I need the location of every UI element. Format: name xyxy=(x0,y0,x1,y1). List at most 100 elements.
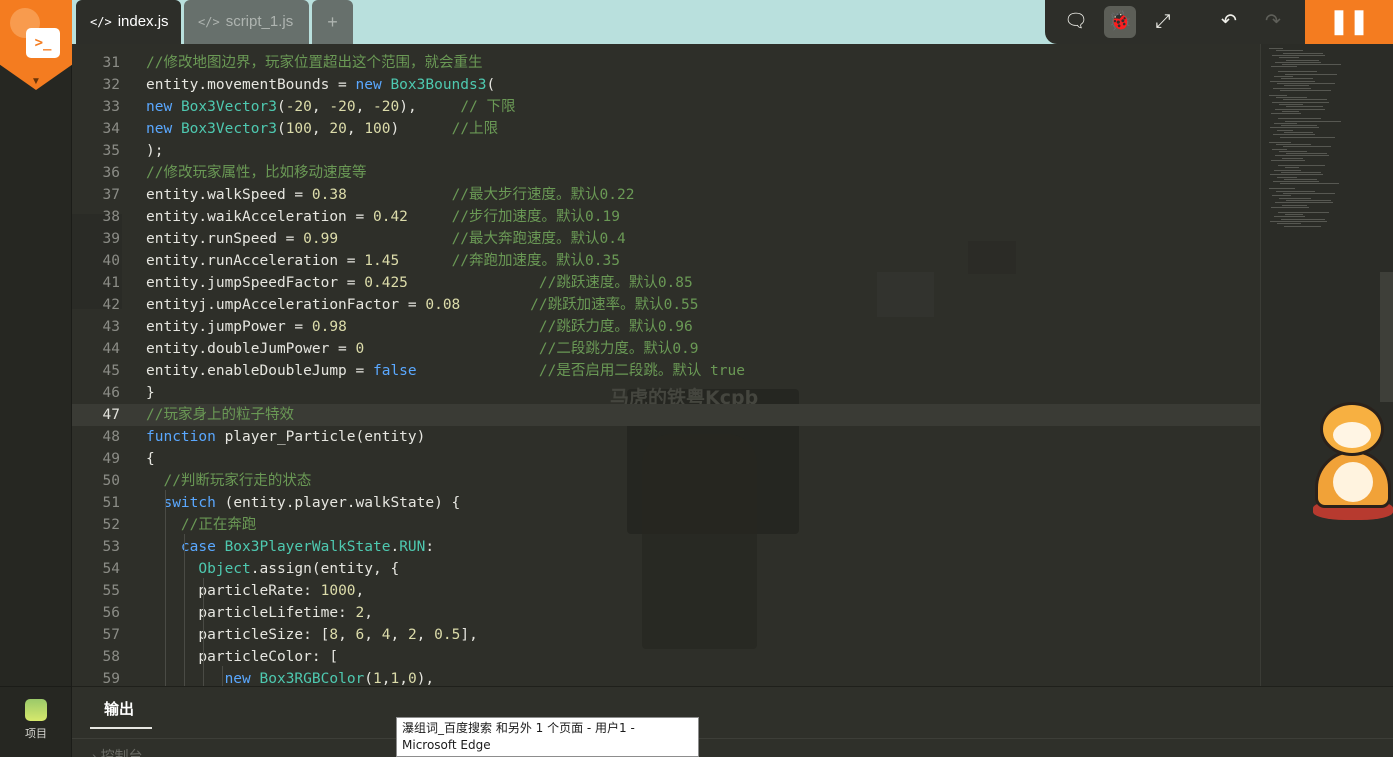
minimap-line xyxy=(1272,195,1291,197)
minimap-line xyxy=(1272,148,1287,150)
code-line[interactable]: 42 entityj.umpAccelerationFactor = 0.08 /… xyxy=(72,294,1260,316)
tab-script-1-js[interactable]: </> script_1.js xyxy=(184,0,309,44)
logo-tab[interactable]: >_ ▼ xyxy=(0,0,72,90)
line-number: 42 xyxy=(102,297,120,313)
code-line[interactable]: 57 particleSize: [8, 6, 4, 2, 0.5], xyxy=(72,624,1260,646)
code-line[interactable]: 55 particleRate: 1000, xyxy=(72,580,1260,602)
code-text: entity.movementBounds = new Box3Bounds3( xyxy=(146,77,496,93)
minimap-line xyxy=(1275,155,1329,157)
code-line[interactable]: 59 new Box3RGBColor(1,1,0), xyxy=(72,668,1260,686)
minimap-line xyxy=(1274,216,1305,218)
code-icon: </> xyxy=(198,15,220,29)
code-line[interactable]: 46} xyxy=(72,382,1260,404)
tab-index-js[interactable]: </> index.js xyxy=(76,0,181,44)
minimap-line xyxy=(1285,73,1337,75)
code-line[interactable]: 40 entity.runAcceleration = 1.45 //奔跑加速度。… xyxy=(72,250,1260,272)
project-icon xyxy=(25,699,47,721)
code-line[interactable]: 33 new Box3Vector3(-20, -20, -20), // 下限 xyxy=(72,96,1260,118)
code-line[interactable]: 31 //修改地图边界，玩家位置超出这个范围，就会重生 xyxy=(72,52,1260,74)
minimap-line xyxy=(1280,183,1339,185)
line-number: 44 xyxy=(102,341,120,357)
divider xyxy=(72,738,1393,739)
indent-guide xyxy=(203,578,204,686)
minimap-line xyxy=(1286,106,1323,108)
minimap-line xyxy=(1280,136,1335,138)
debug-button[interactable]: 🐞 xyxy=(1104,6,1136,38)
console-label: 控制台 xyxy=(100,748,143,757)
pause-button[interactable]: ❚❚ xyxy=(1305,0,1393,44)
minimap-line xyxy=(1269,48,1283,49)
expand-button[interactable]: ⤢ xyxy=(1147,6,1179,38)
minimap-line xyxy=(1281,171,1321,173)
comment-button[interactable]: 🗨 xyxy=(1060,6,1092,38)
minimap-line xyxy=(1277,129,1293,131)
code-editor[interactable]: 马虎的铁粤Kcpb 31//修改地图边界，玩家位置超出这个范围，就会重生 32 en… xyxy=(72,44,1260,686)
code-line[interactable]: 53 case Box3PlayerWalkState.RUN: xyxy=(72,536,1260,558)
minimap-line xyxy=(1273,87,1311,89)
code-line[interactable]: 47 //玩家身上的粒子特效 xyxy=(72,404,1260,426)
code-line[interactable]: 48 function player_Particle(entity) xyxy=(72,426,1260,448)
minimap-line xyxy=(1275,108,1325,110)
minimap-line xyxy=(1277,176,1297,178)
code-line[interactable]: 41 entity.jumpSpeedFactor = 0.425 //跳跃速度。… xyxy=(72,272,1260,294)
code-text: particleLifetime: 2, xyxy=(146,605,373,621)
minimap-line xyxy=(1279,150,1307,152)
scrollbar-thumb[interactable] xyxy=(1380,272,1393,402)
line-number: 49 xyxy=(102,451,120,467)
code-line[interactable]: 45 entity.enableDoubleJump = false //是否启用… xyxy=(72,360,1260,382)
code-line[interactable]: 35); xyxy=(72,140,1260,162)
code-text: entity.runAcceleration = 1.45 //奔跑加速度。默认… xyxy=(146,253,620,269)
minimap-line xyxy=(1281,78,1313,80)
code-line[interactable]: 37 entity.walkSpeed = 0.38 //最大步行速度。默认0.2… xyxy=(72,184,1260,206)
tab-output[interactable]: 输出 xyxy=(104,698,134,719)
code-line[interactable]: 54 Object.assign(entity, { xyxy=(72,558,1260,580)
code-line[interactable]: 44 entity.doubleJumPower = 0 //二段跳力度。默认0.… xyxy=(72,338,1260,360)
line-number: 31 xyxy=(102,55,120,71)
console-toggle[interactable]: › 控制台 xyxy=(92,746,143,757)
code-text: new Box3RGBColor(1,1,0), xyxy=(224,671,435,686)
code-line[interactable]: 51 switch (entity.player.walkState) { xyxy=(72,492,1260,514)
code-line[interactable]: 43 entity.jumpPower = 0.98 //跳跃力度。默认0.96 xyxy=(72,316,1260,338)
line-number: 59 xyxy=(102,671,120,686)
minimap-line xyxy=(1275,61,1321,63)
minimap-line xyxy=(1270,127,1319,129)
minimap-line xyxy=(1284,178,1317,180)
code-line[interactable]: 58 particleColor: [ xyxy=(72,646,1260,668)
line-number: 46 xyxy=(102,385,120,401)
line-number: 56 xyxy=(102,605,120,621)
line-number: 54 xyxy=(102,561,120,577)
code-line[interactable]: 36 //修改玩家属性，比如移动速度等 xyxy=(72,162,1260,184)
tiger-sticker xyxy=(1313,400,1393,522)
line-number: 53 xyxy=(102,539,120,555)
line-number: 55 xyxy=(102,583,120,599)
code-line[interactable]: 49 { xyxy=(72,448,1260,470)
minimap-line xyxy=(1282,110,1299,112)
line-number: 40 xyxy=(102,253,120,269)
undo-button[interactable]: ↶ xyxy=(1213,6,1245,38)
chevron-down-icon: ▼ xyxy=(31,76,41,87)
code-line[interactable]: 39 entity.runSpeed = 0.99 //最大奔跑速度。默认0.4 xyxy=(72,228,1260,250)
code-text: ); xyxy=(146,143,164,159)
line-number: 52 xyxy=(102,517,120,533)
minimap[interactable] xyxy=(1260,44,1380,686)
code-line[interactable]: 56 particleLifetime: 2, xyxy=(72,602,1260,624)
code-line[interactable]: 52 //正在奔跑 xyxy=(72,514,1260,536)
minimap-line xyxy=(1269,141,1291,143)
line-number: 48 xyxy=(102,429,120,445)
left-sidebar: >_ ▼ 项目 xyxy=(0,0,72,757)
code-line[interactable]: 32 entity.movementBounds = new Box3Bounds… xyxy=(72,74,1260,96)
code-line[interactable]: 38 entity.waikAcceleration = 0.42 //步行加速度… xyxy=(72,206,1260,228)
minimap-line xyxy=(1280,89,1331,91)
minimap-line xyxy=(1270,221,1327,222)
code-line[interactable]: 34 new Box3Vector3(100, 20, 100) //上限 xyxy=(72,118,1260,140)
minimap-line xyxy=(1286,59,1319,61)
vertical-scrollbar[interactable] xyxy=(1380,44,1393,686)
code-text: particleSize: [8, 6, 4, 2, 0.5], xyxy=(146,627,478,643)
code-line[interactable]: 50 //判断玩家行走的状态 xyxy=(72,470,1260,492)
minimap-line xyxy=(1285,120,1341,122)
redo-button[interactable]: ↷ xyxy=(1257,6,1289,38)
project-button[interactable]: 项目 xyxy=(0,686,72,757)
minimap-line xyxy=(1269,94,1287,96)
line-number: 57 xyxy=(102,627,120,643)
add-tab-button[interactable]: + xyxy=(312,0,353,44)
